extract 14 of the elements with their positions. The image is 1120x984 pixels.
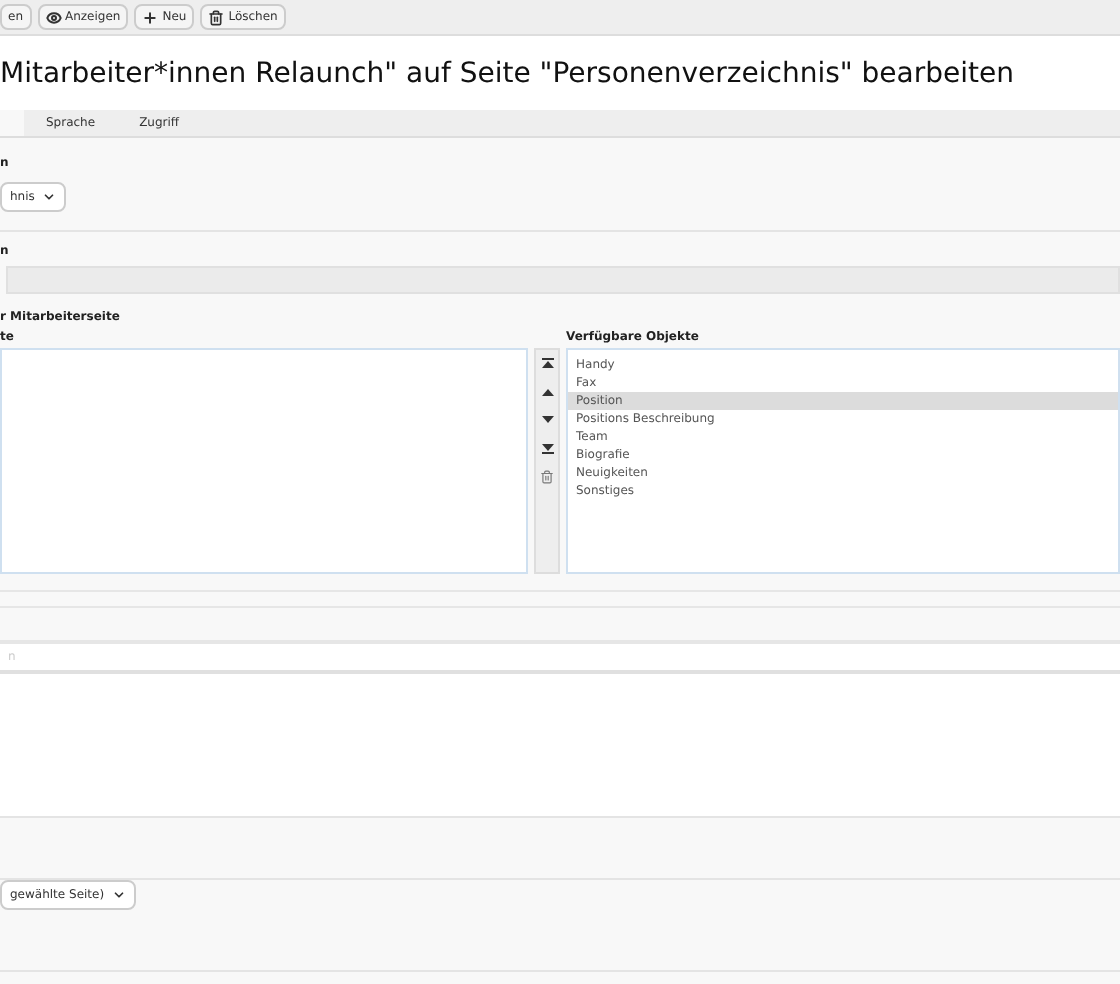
page-title: Mitarbeiter*innen Relaunch" auf Seite "Personenverzeichnis" bearbeiten <box>0 59 1014 87</box>
move-bottom-icon <box>541 442 553 454</box>
plus-icon <box>142 9 159 25</box>
trash-icon <box>540 469 554 483</box>
move-top-icon <box>541 358 553 370</box>
chevron-down-icon <box>42 189 57 203</box>
move-up-icon <box>541 386 553 398</box>
trash-icon <box>208 9 225 25</box>
eye-icon <box>45 9 61 25</box>
move-down-icon <box>541 414 553 426</box>
chevron-down-icon <box>112 888 127 902</box>
selected-items-list[interactable] <box>0 348 528 574</box>
text-area[interactable] <box>0 674 1120 818</box>
tab[interactable] <box>0 110 24 136</box>
